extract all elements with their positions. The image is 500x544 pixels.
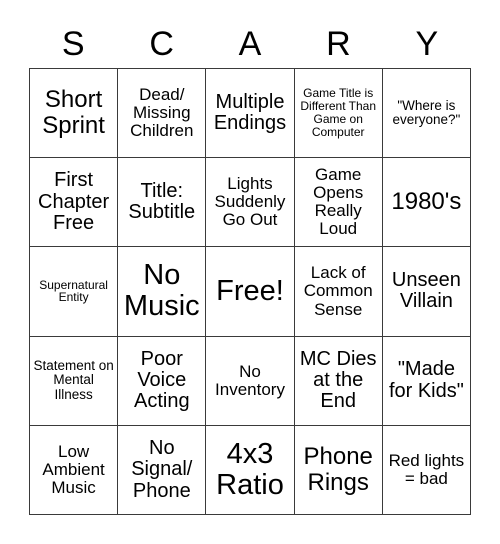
bingo-cell-label: Red lights = bad — [388, 450, 465, 488]
bingo-free-cell[interactable]: Free! — [206, 247, 295, 337]
bingo-cell-label: MC Dies at the End — [299, 347, 377, 413]
bingo-cell-label: Dead/ Missing Children — [130, 84, 194, 141]
bingo-cell-label: Low Ambient Music — [42, 441, 105, 497]
bingo-header-letter-0: S — [61, 25, 85, 63]
bingo-cell-label: Supernatural Entity — [39, 277, 108, 305]
bingo-cell[interactable]: MC Dies at the End — [294, 336, 383, 426]
bingo-cell-label: "Made for Kids" — [388, 358, 464, 402]
bingo-cell[interactable]: Unseen Villain — [382, 247, 471, 337]
bingo-cell-label: Game Opens Really Loud — [313, 164, 364, 239]
bingo-card: S C A R Y Short Sprint Dead/ Missing Children… — [0, 0, 500, 544]
bingo-cell-label: Short Sprint — [42, 86, 105, 140]
bingo-cell-label: Statement on Mental Illness — [33, 358, 114, 402]
bingo-cell-label: Phone Rings — [303, 443, 373, 496]
bingo-cell-label: Poor Voice Acting — [133, 347, 190, 413]
bingo-cell[interactable]: Dead/ Missing Children — [118, 69, 207, 159]
bingo-cell[interactable]: "Made for Kids" — [382, 336, 471, 426]
bingo-cell[interactable]: Multiple Endings — [206, 69, 295, 159]
bingo-cell[interactable]: No Music — [118, 247, 207, 337]
bingo-cell[interactable]: Lack of Common Sense — [294, 247, 383, 337]
bingo-cell[interactable]: Lights Suddenly Go Out — [206, 158, 295, 248]
bingo-cell-label: 4x3 Ratio — [216, 437, 284, 501]
bingo-cell[interactable]: Statement on Mental Illness — [30, 336, 119, 426]
bingo-cell-label: Game Title is Different Than Game on Com… — [300, 86, 376, 139]
bingo-cell[interactable]: "Where is everyone?" — [382, 69, 471, 159]
bingo-header-letter-2: A — [238, 25, 262, 63]
bingo-cell-label: "Where is everyone?" — [392, 97, 461, 128]
bingo-cell[interactable]: Short Sprint — [30, 69, 119, 159]
bingo-cell-label: Lights Suddenly Go Out — [214, 174, 286, 230]
bingo-header-letter-1: C — [149, 25, 174, 63]
bingo-cell[interactable]: Poor Voice Acting — [118, 336, 207, 426]
bingo-cell[interactable]: Supernatural Entity — [30, 247, 119, 337]
bingo-cell-label: 1980's — [391, 188, 462, 216]
bingo-header-letter-3: R — [326, 25, 351, 63]
bingo-cell-label: Multiple Endings — [213, 90, 287, 135]
bingo-cell-label: No Signal/ Phone — [131, 436, 193, 502]
bingo-cell-label: Free! — [216, 274, 284, 307]
bingo-cell[interactable]: Title: Subtitle — [118, 158, 207, 248]
bingo-cell-label: Unseen Villain — [391, 269, 461, 313]
bingo-cell[interactable]: Low Ambient Music — [30, 425, 119, 515]
bingo-header-letter-4: Y — [415, 25, 439, 63]
bingo-cell[interactable]: Phone Rings — [294, 425, 383, 515]
bingo-cell[interactable]: 4x3 Ratio — [206, 425, 295, 515]
bingo-cell-label: Lack of Common Sense — [303, 263, 373, 319]
bingo-header: SCARY — [29, 22, 471, 66]
bingo-cell[interactable]: Red lights = bad — [382, 425, 471, 515]
bingo-cell-label: Title: Subtitle — [128, 179, 196, 224]
bingo-cell-label: No Inventory — [215, 361, 285, 399]
bingo-cell[interactable]: 1980's — [382, 158, 471, 248]
bingo-cell[interactable]: No Inventory — [206, 336, 295, 426]
bingo-cell[interactable]: First Chapter Free — [30, 158, 119, 248]
bingo-cell-label: First Chapter Free — [38, 169, 110, 234]
bingo-grid: Short Sprint Dead/ Missing Children Multip… — [29, 68, 471, 515]
bingo-cell[interactable]: Game Opens Really Loud — [294, 158, 383, 248]
bingo-cell[interactable]: No Signal/ Phone — [118, 425, 207, 515]
bingo-cell-label: No Music — [123, 259, 200, 323]
bingo-cell[interactable]: Game Title is Different Than Game on Com… — [294, 69, 383, 159]
